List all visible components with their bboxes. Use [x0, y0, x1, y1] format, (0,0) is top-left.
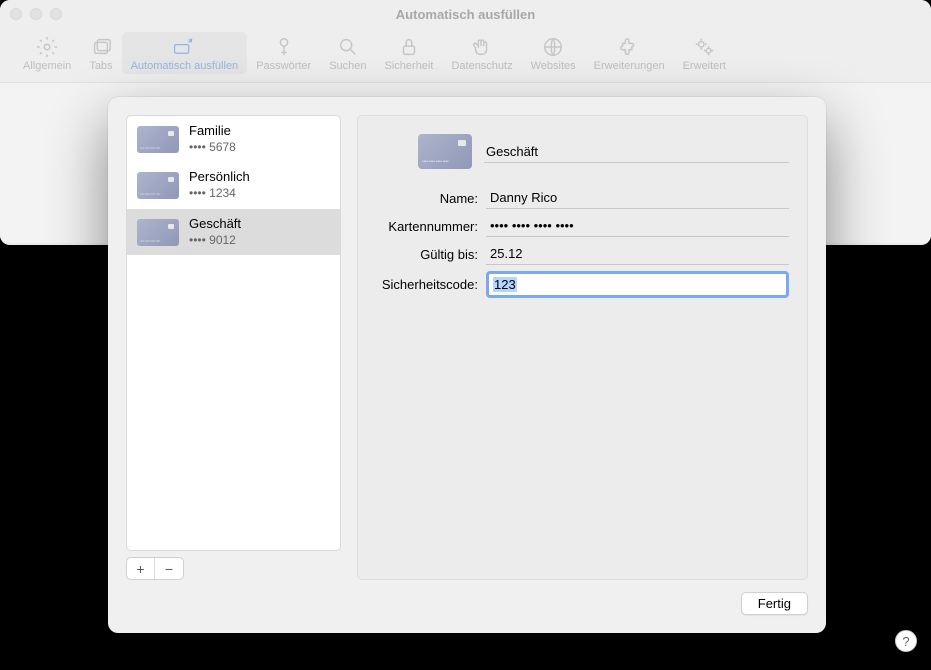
- globe-icon: [542, 36, 564, 58]
- card-icon: [137, 126, 179, 153]
- remove-card-button[interactable]: −: [155, 558, 183, 579]
- tab-search[interactable]: Suchen: [320, 32, 375, 74]
- tab-security[interactable]: Sicherheit: [376, 32, 443, 74]
- valid-thru-label: Gültig bis:: [376, 247, 486, 262]
- card-icon: [418, 134, 472, 169]
- card-number-label: Kartennummer:: [376, 219, 486, 234]
- tab-label: Erweiterungen: [594, 60, 665, 72]
- gear-icon: [36, 36, 58, 58]
- tab-general[interactable]: Allgemein: [14, 32, 80, 74]
- credit-cards-sheet: Familie •••• 5678 Persönlich •••• 1234 G…: [108, 97, 826, 633]
- tab-label: Datenschutz: [451, 60, 512, 72]
- search-icon: [337, 36, 359, 58]
- card-name: Familie: [189, 123, 236, 140]
- tab-advanced[interactable]: Erweitert: [674, 32, 735, 74]
- card-description-input[interactable]: [484, 141, 789, 163]
- titlebar: Automatisch ausfüllen: [0, 0, 931, 28]
- valid-thru-input[interactable]: [486, 243, 789, 265]
- card-icon: [137, 172, 179, 199]
- tab-label: Sicherheit: [385, 60, 434, 72]
- card-item-persoenlich[interactable]: Persönlich •••• 1234: [127, 162, 340, 208]
- done-button[interactable]: Fertig: [741, 592, 808, 615]
- tab-privacy[interactable]: Datenschutz: [442, 32, 521, 74]
- tab-websites[interactable]: Websites: [522, 32, 585, 74]
- puzzle-icon: [618, 36, 640, 58]
- card-digits: •••• 1234: [189, 186, 250, 202]
- card-icon: [137, 219, 179, 246]
- hand-icon: [471, 36, 493, 58]
- help-button[interactable]: ?: [895, 630, 917, 652]
- security-code-input[interactable]: 123: [486, 271, 789, 298]
- name-input[interactable]: [486, 187, 789, 209]
- tab-passwords[interactable]: Passwörter: [247, 32, 320, 74]
- tab-tabs[interactable]: Tabs: [80, 32, 121, 74]
- window-title: Automatisch ausfüllen: [0, 7, 931, 22]
- autofill-icon: [173, 36, 195, 58]
- tab-label: Websites: [531, 60, 576, 72]
- prefs-toolbar: Allgemein Tabs Automatisch ausfüllen Pas…: [0, 28, 931, 83]
- security-code-label: Sicherheitscode:: [376, 277, 486, 292]
- tab-autofill[interactable]: Automatisch ausfüllen: [122, 32, 248, 74]
- name-label: Name:: [376, 191, 486, 206]
- add-card-button[interactable]: +: [127, 558, 155, 579]
- tab-label: Passwörter: [256, 60, 311, 72]
- key-icon: [273, 36, 295, 58]
- card-digits: •••• 9012: [189, 233, 241, 249]
- card-number-input[interactable]: [486, 215, 789, 237]
- card-name: Persönlich: [189, 169, 250, 186]
- tab-label: Erweitert: [683, 60, 726, 72]
- card-list: Familie •••• 5678 Persönlich •••• 1234 G…: [126, 115, 341, 551]
- gears-icon: [693, 36, 715, 58]
- tab-label: Allgemein: [23, 60, 71, 72]
- card-item-familie[interactable]: Familie •••• 5678: [127, 116, 340, 162]
- tabs-icon: [90, 36, 112, 58]
- card-name: Geschäft: [189, 216, 241, 233]
- tab-label: Automatisch ausfüllen: [131, 60, 239, 72]
- card-digits: •••• 5678: [189, 140, 236, 156]
- card-item-geschaeft[interactable]: Geschäft •••• 9012: [127, 209, 340, 255]
- tab-label: Tabs: [89, 60, 112, 72]
- tab-extensions[interactable]: Erweiterungen: [585, 32, 674, 74]
- lock-icon: [398, 36, 420, 58]
- tab-label: Suchen: [329, 60, 366, 72]
- card-detail-panel: Name: Kartennummer: Gültig bis: Sicherhe…: [357, 115, 808, 580]
